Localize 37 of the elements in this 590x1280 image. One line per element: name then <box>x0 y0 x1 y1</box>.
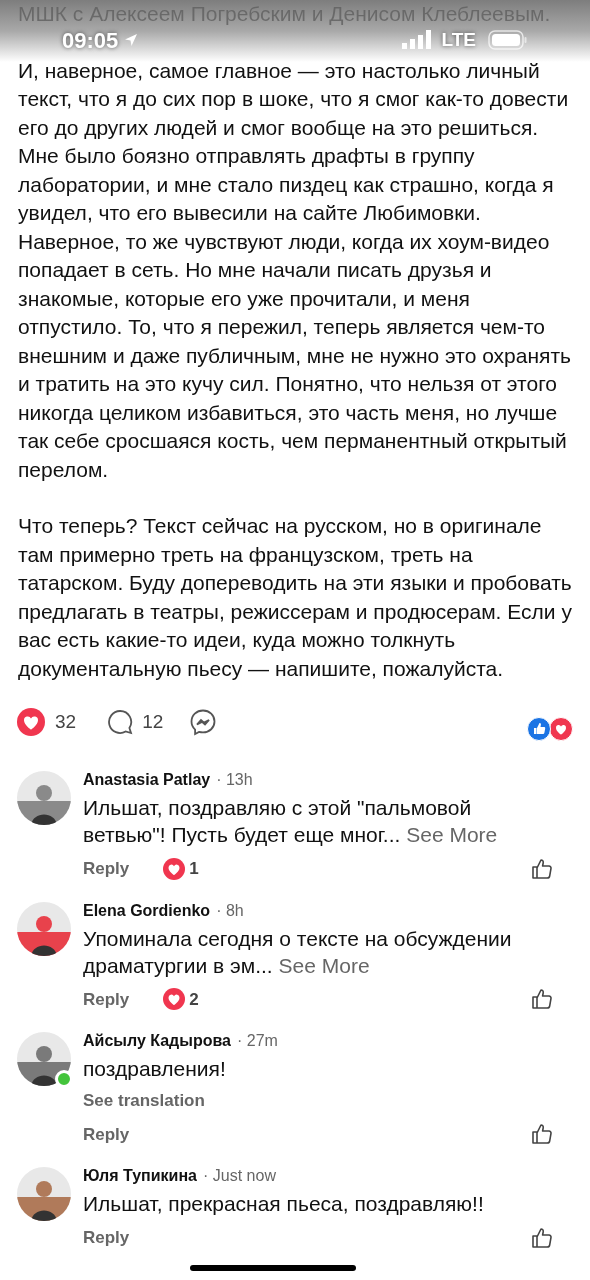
author-name[interactable]: Айсылу Кадырова <box>83 1029 231 1053</box>
reaction-count: 32 <box>55 709 77 734</box>
comment-text: Упоминала сегодня о тексте на обсуждении драматургии в эм... See More <box>83 925 513 979</box>
reply-link[interactable]: Reply <box>83 1121 130 1147</box>
see-more-link[interactable]: See More <box>406 823 498 846</box>
thumbs-up-icon[interactable] <box>530 1225 554 1250</box>
post-text: И, наверное, самое главное — это настолько личный текст, что я до сих пор в шоке, что я смог как-то довести его до других людей и смог вообще на это решиться. Мне было боязно отправлять драфты в группу лаборатории, и мне стало пиздец как страшно, когда я увидел, что его вывесили на сайте Любимовки. Наверное, то же чувствуют люди, когда их хоум-видео попадает в сеть. Но мне начали писать друзья и знакомые, которые его уже прочитали, и меня отпустило. То, что я пережил, теперь является чем-то внешним и даже публичным, мне не нужно это охранять и тратить на это кучу сил. Понятно, что нельзя от этого никогда целиком избавиться, это часть меня, но лучше так себе сросшаяся кость, чем перманентный открытый перелом. <box>18 57 572 483</box>
comment-count: 12 <box>142 709 164 734</box>
comment-time: · 13h <box>216 770 253 790</box>
post-text: Что теперь? Текст сейчас на русском, но в оригинале там примерно треть на французском, треть на татарском. Буду допереводить на эти языки и пробовать предлагать в театры, режиссерам и продюсерам. Если у вас есть какие-то идеи, куда можно толкнуть документальную пьесу — напишите, пожалуйста. <box>18 513 572 682</box>
reaction-count: 1 <box>189 858 199 880</box>
signal-icon <box>401 30 432 50</box>
network-label: LTE <box>441 27 476 52</box>
reaction-icons <box>527 717 573 741</box>
see-translation-link[interactable]: See translation <box>83 1088 554 1114</box>
reaction-count: 2 <box>189 988 199 1011</box>
comment-time: · 27m <box>237 1031 278 1051</box>
comment-time: · Just now <box>203 1166 276 1186</box>
messenger-icon[interactable] <box>189 708 218 736</box>
comment-icon[interactable] <box>106 708 135 736</box>
comment-time: · 8h <box>216 900 244 921</box>
comment-text: Ильшат, прекрасная пьеса, поздравляю!! <box>83 1191 485 1217</box>
thumbs-up-icon[interactable] <box>530 856 554 881</box>
thumbs-up-icon[interactable] <box>530 1122 554 1147</box>
author-name[interactable]: Юля Тупикина <box>83 1164 197 1188</box>
reply-link[interactable]: Reply <box>83 1225 130 1251</box>
clock: 09:05 <box>62 26 119 55</box>
author-name[interactable]: Anastasia Patlay <box>83 768 211 792</box>
battery-icon <box>488 30 528 50</box>
reply-link[interactable]: Reply <box>83 986 130 1012</box>
comment-text: поздравления! <box>83 1056 227 1082</box>
location-icon <box>124 33 139 47</box>
reply-link[interactable]: Reply <box>83 856 130 882</box>
see-more-link[interactable]: See More <box>278 953 370 977</box>
author-name[interactable]: Elena Gordienko <box>83 898 211 923</box>
thumbs-up-icon[interactable] <box>530 987 554 1012</box>
comment-text: Ильшат, поздравляю с этой "пальмовой ветвью"! Пусть будет еще мног... See More <box>83 795 499 848</box>
